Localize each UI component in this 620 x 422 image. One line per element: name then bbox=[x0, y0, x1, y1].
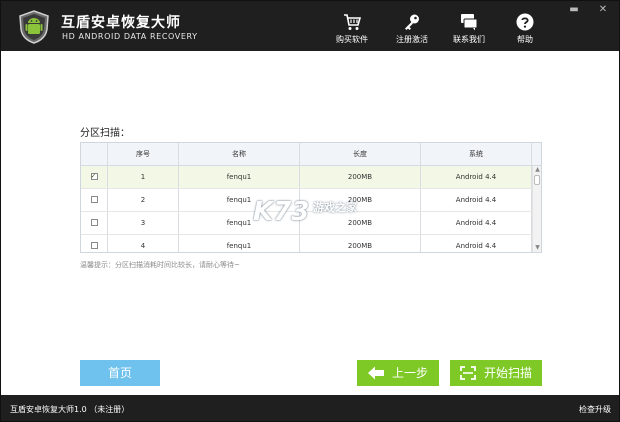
help-icon bbox=[516, 13, 534, 31]
start-scan-label: 开始扫描 bbox=[483, 366, 532, 380]
status-bar: 互盾安卓恢复大师1.0 （未注册） 检查升级 bbox=[1, 395, 619, 421]
check-update-link[interactable]: 检查升级 bbox=[579, 404, 611, 415]
row-name: fenqu1 bbox=[179, 235, 300, 252]
help-label: 帮助 bbox=[517, 35, 533, 44]
chat-icon bbox=[461, 14, 478, 31]
table-row[interactable]: 1 fenqu1 200MB Android 4.4 bbox=[81, 166, 541, 189]
previous-step-label: 上一步 bbox=[391, 366, 428, 380]
contact-us-label: 联系我们 bbox=[453, 35, 485, 44]
home-button[interactable]: 首页 bbox=[80, 360, 160, 386]
table-row[interactable]: 4 fenqu1 200MB Android 4.4 bbox=[81, 235, 541, 252]
row-size: 200MB bbox=[300, 212, 421, 234]
row-system: Android 4.4 bbox=[421, 189, 532, 211]
column-header-name: 名称 bbox=[179, 143, 300, 165]
help-button[interactable]: 帮助 bbox=[500, 13, 550, 45]
row-checkbox[interactable] bbox=[90, 241, 98, 249]
shopping-cart-icon bbox=[344, 14, 361, 30]
table-scrollbar[interactable]: ▲ ▼ bbox=[532, 166, 541, 252]
home-button-label: 首页 bbox=[107, 366, 132, 380]
scan-frame-icon bbox=[460, 365, 476, 380]
row-checkbox-cell[interactable] bbox=[81, 235, 108, 252]
row-checkbox[interactable] bbox=[90, 170, 98, 182]
contact-us-button[interactable]: 联系我们 bbox=[444, 13, 494, 45]
row-size: 200MB bbox=[300, 166, 421, 188]
row-index: 1 bbox=[108, 166, 179, 188]
key-icon bbox=[405, 14, 419, 30]
scroll-up-icon[interactable]: ▲ bbox=[533, 166, 541, 174]
shield-android-icon bbox=[19, 10, 49, 44]
scroll-thumb[interactable] bbox=[534, 175, 540, 185]
watermark-text: 游戏之家 bbox=[313, 201, 357, 214]
arrow-left-icon bbox=[367, 366, 384, 379]
row-index: 4 bbox=[108, 235, 179, 252]
row-size: 200MB bbox=[300, 235, 421, 252]
register-activate-label: 注册激活 bbox=[396, 35, 428, 44]
watermark-logo: K73 bbox=[253, 197, 310, 227]
table-header: 序号 名称 长度 系统 bbox=[81, 143, 541, 166]
previous-step-button[interactable]: 上一步 bbox=[357, 360, 439, 386]
partition-table: 序号 名称 长度 系统 1 fenqu1 200MB Android 4.4 2… bbox=[80, 142, 542, 253]
section-title: 分区扫描： bbox=[80, 128, 130, 139]
row-checkbox-cell[interactable] bbox=[81, 212, 108, 234]
column-header-index: 序号 bbox=[108, 143, 179, 165]
row-index: 2 bbox=[108, 189, 179, 211]
column-header-size: 长度 bbox=[300, 143, 421, 165]
column-header-system: 系统 bbox=[421, 143, 532, 165]
start-scan-button[interactable]: 开始扫描 bbox=[450, 360, 542, 386]
hint-text: 温馨提示：分区扫描消耗时间比较长，请耐心等待~ bbox=[80, 261, 240, 269]
buy-software-label: 购买软件 bbox=[336, 35, 368, 44]
close-button[interactable]: ✕ bbox=[597, 4, 609, 16]
table-row[interactable]: 3 fenqu1 200MB Android 4.4 bbox=[81, 212, 541, 235]
row-checkbox-cell[interactable] bbox=[81, 189, 108, 211]
row-system: Android 4.4 bbox=[421, 166, 532, 188]
row-name: fenqu1 bbox=[179, 166, 300, 188]
row-checkbox[interactable] bbox=[90, 195, 98, 203]
app-title: 互盾安卓恢复大师 bbox=[61, 15, 181, 31]
scroll-down-icon[interactable]: ▼ bbox=[533, 244, 541, 252]
register-activate-button[interactable]: 注册激活 bbox=[387, 13, 437, 45]
row-system: Android 4.4 bbox=[421, 212, 532, 234]
title-bar: 互盾安卓恢复大师 HD ANDROID DATA RECOVERY 购买软件 注… bbox=[1, 1, 619, 51]
row-checkbox[interactable] bbox=[90, 218, 98, 226]
app-subtitle: HD ANDROID DATA RECOVERY bbox=[62, 32, 198, 41]
app-window: 互盾安卓恢复大师 HD ANDROID DATA RECOVERY 购买软件 注… bbox=[0, 0, 620, 422]
table-row[interactable]: 2 fenqu1 200MB Android 4.4 bbox=[81, 189, 541, 212]
minimize-button[interactable]: ▬ bbox=[568, 4, 580, 16]
row-system: Android 4.4 bbox=[421, 235, 532, 252]
row-index: 3 bbox=[108, 212, 179, 234]
row-checkbox-cell[interactable] bbox=[81, 166, 108, 188]
buy-software-button[interactable]: 购买软件 bbox=[327, 13, 377, 45]
column-header-check bbox=[81, 143, 108, 165]
version-text: 互盾安卓恢复大师1.0 （未注册） bbox=[10, 405, 130, 414]
